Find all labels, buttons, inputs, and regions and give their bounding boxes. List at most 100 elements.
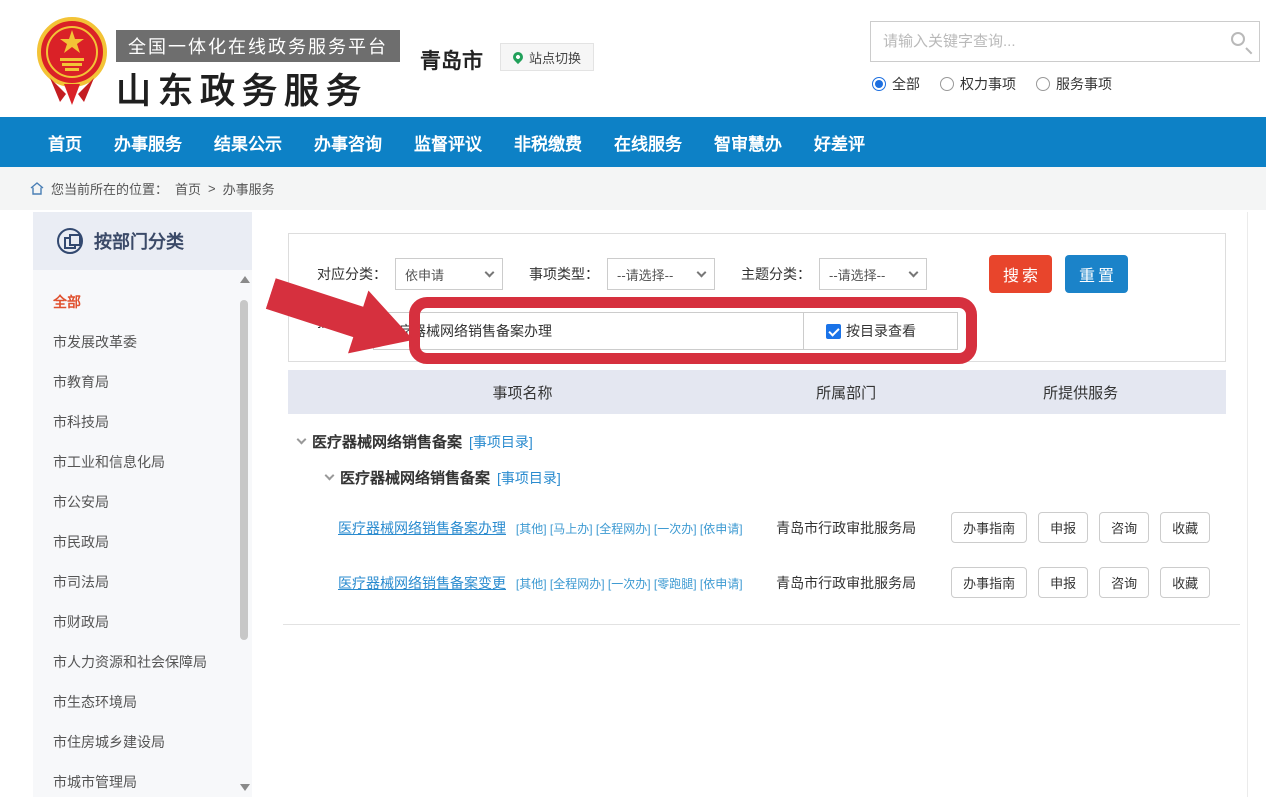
- nav-results[interactable]: 结果公示: [214, 130, 282, 155]
- site-header: 全国一体化在线政务服务平台 山东政务服务 青岛市 站点切换 全部 权力事项 服务…: [0, 0, 1266, 117]
- column-services: 所提供服务: [935, 382, 1226, 403]
- chevron-down-icon: [697, 267, 707, 277]
- sidebar-item-chengguan[interactable]: 市城市管理局: [33, 762, 252, 797]
- breadcrumb-prefix: 您当前所在的位置：: [51, 179, 168, 198]
- results-bottom-divider: [283, 624, 1240, 625]
- guide-button[interactable]: 办事指南: [951, 512, 1027, 543]
- radio-icon-selected: [872, 77, 886, 91]
- theme-select[interactable]: --请选择--: [819, 258, 927, 290]
- keyword-search-input[interactable]: [871, 22, 1259, 61]
- sidebar-title: 按部门分类: [94, 228, 184, 254]
- category-filter-label: 对应分类：: [317, 264, 387, 284]
- site-switch-button[interactable]: 站点切换: [500, 43, 594, 71]
- nav-supervision[interactable]: 监督评议: [414, 130, 482, 155]
- reset-button[interactable]: 重置: [1065, 255, 1128, 293]
- type-select[interactable]: --请选择--: [607, 258, 715, 290]
- radio-all[interactable]: 全部: [872, 74, 920, 94]
- radio-service-items[interactable]: 服务事项: [1036, 74, 1112, 94]
- radio-icon: [1036, 77, 1050, 91]
- group-catalog-tag[interactable]: [事项目录]: [469, 432, 533, 452]
- catalog-checkbox-label: 按目录查看: [846, 321, 916, 341]
- category-icon: [57, 228, 83, 254]
- sidebar-item-zhujian[interactable]: 市住房城乡建设局: [33, 722, 252, 762]
- column-item-name: 事项名称: [288, 382, 757, 403]
- sidebar-item-caizheng[interactable]: 市财政局: [33, 602, 252, 642]
- group-title: 医疗器械网络销售备案: [312, 431, 462, 452]
- sidebar-item-fagaiwei[interactable]: 市发展改革委: [33, 322, 252, 362]
- nav-nontax[interactable]: 非税缴费: [514, 130, 582, 155]
- subgroup-catalog-tag[interactable]: [事项目录]: [497, 468, 561, 488]
- breadcrumb-current[interactable]: 办事服务: [223, 179, 275, 198]
- actions-cell: 办事指南 申报 咨询 收藏: [935, 512, 1226, 543]
- favorite-button[interactable]: 收藏: [1160, 567, 1210, 598]
- consult-button[interactable]: 咨询: [1099, 512, 1149, 543]
- main-nav: 首页 办事服务 结果公示 办事咨询 监督评议 非税缴费 在线服务 智审慧办 好差…: [0, 117, 1266, 167]
- nav-home[interactable]: 首页: [48, 130, 82, 155]
- filter-panel: 对应分类： 依申请 事项类型： --请选择-- 主题分类： --请选择-- 搜索…: [288, 233, 1226, 362]
- scrollbar-down-icon[interactable]: [240, 784, 250, 791]
- item-name-input[interactable]: [374, 313, 804, 349]
- item-link[interactable]: 医疗器械网络销售备案变更: [338, 575, 506, 591]
- tree-collapse-icon[interactable]: [325, 471, 335, 481]
- item-tags: [其他] [全程网办] [一次办] [零跑腿] [依申请]: [516, 577, 743, 591]
- sidebar-item-gongxin[interactable]: 市工业和信息化局: [33, 442, 252, 482]
- sidebar-item-keji[interactable]: 市科技局: [33, 402, 252, 442]
- nav-smart[interactable]: 智审慧办: [714, 130, 782, 155]
- favorite-button[interactable]: 收藏: [1160, 512, 1210, 543]
- platform-banner: 全国一体化在线政务服务平台: [116, 30, 400, 62]
- site-switch-label: 站点切换: [529, 48, 581, 67]
- result-subgroup-row: 医疗器械网络销售备案 [事项目录]: [288, 467, 1226, 488]
- sidebar-item-shengtai[interactable]: 市生态环境局: [33, 682, 252, 722]
- scrollbar-up-icon[interactable]: [240, 276, 250, 283]
- apply-button[interactable]: 申报: [1038, 512, 1088, 543]
- guide-button[interactable]: 办事指南: [951, 567, 1027, 598]
- theme-filter-label: 主题分类：: [741, 264, 811, 284]
- tree-collapse-icon[interactable]: [297, 435, 307, 445]
- sidebar-item-all[interactable]: 全部: [33, 282, 252, 322]
- apply-button[interactable]: 申报: [1038, 567, 1088, 598]
- sidebar-item-minzheng[interactable]: 市民政局: [33, 522, 252, 562]
- search-icon[interactable]: [1231, 32, 1245, 46]
- site-title: 山东政务服务: [116, 63, 400, 114]
- nav-services[interactable]: 办事服务: [114, 130, 182, 155]
- department-cell: 青岛市行政审批服务局: [757, 518, 935, 538]
- national-emblem-logo: [36, 10, 108, 108]
- name-filter-strip: 按目录查看: [373, 312, 958, 350]
- sidebar-item-renshe[interactable]: 市人力资源和社会保障局: [33, 642, 252, 682]
- consult-button[interactable]: 咨询: [1099, 567, 1149, 598]
- department-sidebar: 按部门分类 全部 市发展改革委 市教育局 市科技局 市工业和信息化局 市公安局 …: [33, 212, 252, 797]
- nav-consult[interactable]: 办事咨询: [314, 130, 382, 155]
- item-name-cell: 医疗器械网络销售备案变更 [其他] [全程网办] [一次办] [零跑腿] [依申…: [288, 573, 757, 593]
- breadcrumb-home[interactable]: 首页: [175, 179, 201, 198]
- chevron-down-icon: [909, 267, 919, 277]
- sidebar-item-jiaoyu[interactable]: 市教育局: [33, 362, 252, 402]
- filter-row-top: 对应分类： 依申请 事项类型： --请选择-- 主题分类： --请选择-- 搜索…: [317, 255, 1128, 293]
- sidebar-item-gongan[interactable]: 市公安局: [33, 482, 252, 522]
- search-scope-radios: 全部 权力事项 服务事项: [872, 74, 1112, 94]
- item-link[interactable]: 医疗器械网络销售备案办理: [338, 520, 506, 536]
- catalog-view-toggle[interactable]: 按目录查看: [804, 313, 916, 349]
- sidebar-scrollbar[interactable]: [238, 274, 250, 793]
- category-select[interactable]: 依申请: [395, 258, 503, 290]
- site-title-block: 全国一体化在线政务服务平台 山东政务服务: [116, 30, 400, 114]
- department-cell: 青岛市行政审批服务局: [757, 573, 935, 593]
- scrollbar-thumb[interactable]: [240, 300, 248, 640]
- sidebar-header: 按部门分类: [33, 212, 252, 270]
- nav-rating[interactable]: 好差评: [814, 130, 865, 155]
- type-filter-label: 事项类型：: [529, 264, 599, 284]
- chevron-down-icon: [485, 267, 495, 277]
- keyword-search-box: [870, 21, 1260, 62]
- item-name-cell: 医疗器械网络销售备案办理 [其他] [马上办] [全程网办] [一次办] [依申…: [288, 518, 757, 538]
- search-button[interactable]: 搜索: [989, 255, 1052, 293]
- item-tags: [其他] [马上办] [全程网办] [一次办] [依申请]: [516, 522, 743, 536]
- checkbox-checked-icon[interactable]: [826, 324, 841, 339]
- city-name: 青岛市: [420, 45, 483, 75]
- column-department: 所属部门: [757, 382, 935, 403]
- actions-cell: 办事指南 申报 咨询 收藏: [935, 567, 1226, 598]
- table-row: 医疗器械网络销售备案变更 [其他] [全程网办] [一次办] [零跑腿] [依申…: [288, 567, 1226, 598]
- main-content: 对应分类： 依申请 事项类型： --请选择-- 主题分类： --请选择-- 搜索…: [288, 233, 1226, 625]
- sidebar-item-sifa[interactable]: 市司法局: [33, 562, 252, 602]
- nav-online[interactable]: 在线服务: [614, 130, 682, 155]
- table-row: 医疗器械网络销售备案办理 [其他] [马上办] [全程网办] [一次办] [依申…: [288, 512, 1226, 543]
- radio-power-items[interactable]: 权力事项: [940, 74, 1016, 94]
